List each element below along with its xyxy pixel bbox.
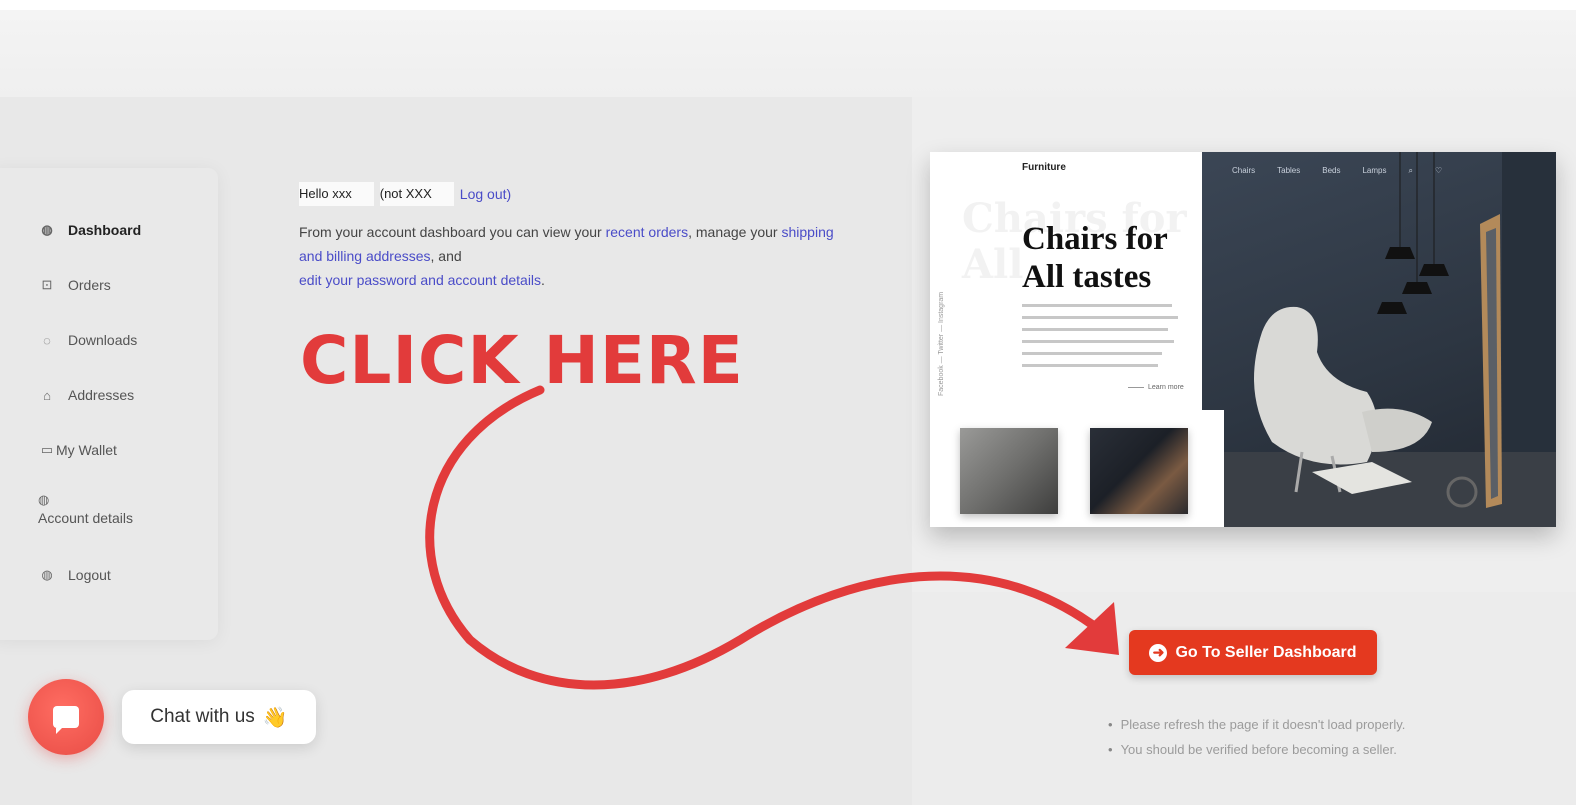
user-icon: ◍ (38, 492, 50, 507)
list-item: You should be verified before becoming a… (1108, 737, 1405, 762)
click-here-callout: CLICK HERE (300, 322, 744, 399)
seller-promo-image: Furniture Chairs for All Chairs for All … (930, 152, 1556, 527)
account-details-link[interactable]: edit your password and account details (299, 272, 541, 288)
sidebar-item-logout[interactable]: ◍ Logout (38, 567, 111, 583)
promo-thumbnail-tray (930, 410, 1224, 527)
intro-text: , manage your (688, 224, 782, 240)
sidebar-item-dashboard[interactable]: ◍ Dashboard (38, 222, 141, 238)
recent-orders-link[interactable]: recent orders (606, 224, 688, 240)
sidebar-item-label: Orders (68, 277, 111, 293)
dashboard-welcome: Hello xxx (not XXX Log out) From your ac… (299, 182, 839, 292)
chat-launcher-button[interactable] (28, 679, 104, 755)
sidebar-item-downloads[interactable]: ◌ Downloads (38, 332, 137, 348)
sidebar-item-label: Dashboard (68, 222, 142, 238)
sidebar-item-label: Downloads (68, 332, 138, 348)
promo-learn-more: Learn more (1128, 384, 1184, 391)
sidebar-item-orders[interactable]: ⊡ Orders (38, 277, 111, 293)
sidebar-item-account-details[interactable]: ◍ Account details (38, 492, 133, 526)
promo-paragraph-lines (1022, 304, 1178, 376)
sidebar-item-addresses[interactable]: ⌂ Addresses (38, 387, 134, 403)
promo-photo-side: Chairs Tables Beds Lamps ⌕ ♡ (1202, 152, 1556, 527)
top-header-band (0, 0, 1576, 97)
promo-thumbnail (960, 428, 1058, 514)
promo-title: Chairs for All tastes (1022, 221, 1168, 295)
seller-notes: Please refresh the page if it doesn't lo… (1108, 712, 1406, 762)
intro-text: . (541, 272, 545, 288)
sidebar-item-label: Account details (38, 510, 133, 526)
hello-text: Hello xxx (299, 182, 374, 206)
go-to-seller-dashboard-button[interactable]: ➜ Go To Seller Dashboard (1129, 630, 1377, 675)
chair-illustration (1202, 152, 1556, 527)
chat-bubble-icon (53, 706, 79, 734)
promo-social-text: Facebook — Twitter — Instagram (938, 291, 945, 396)
sidebar-item-label: Logout (68, 567, 111, 583)
list-item: Please refresh the page if it doesn't lo… (1108, 712, 1406, 737)
sidebar-item-label: My Wallet (56, 442, 117, 458)
orders-icon: ⊡ (41, 277, 53, 292)
logout-icon: ◍ (41, 567, 53, 582)
promo-brand: Furniture (1022, 162, 1066, 173)
sidebar-item-label: Addresses (68, 387, 135, 403)
chat-with-us-label[interactable]: Chat with us 👋 (122, 690, 316, 744)
account-sidebar: ◍ Dashboard ⊡ Orders ◌ Downloads ⌂ Addre… (0, 168, 218, 640)
waving-hand-icon: 👋 (262, 706, 288, 729)
logout-link[interactable]: Log out) (460, 182, 511, 206)
hello-line: Hello xxx (not XXX Log out) (299, 182, 839, 206)
promo-thumbnail (1090, 428, 1188, 514)
intro-text: , and (430, 248, 462, 264)
dashboard-icon: ◍ (41, 222, 53, 237)
wallet-icon: ▭ (40, 442, 54, 457)
dashboard-intro: From your account dashboard you can view… (299, 220, 839, 292)
chat-label-text: Chat with us (150, 706, 255, 727)
sidebar-item-wallet[interactable]: ▭ My Wallet (38, 442, 117, 458)
home-icon: ⌂ (43, 387, 51, 403)
download-icon: ◌ (43, 332, 51, 348)
seller-button-label: Go To Seller Dashboard (1175, 643, 1357, 661)
arrow-circle-icon: ➜ (1149, 643, 1168, 662)
intro-text: From your account dashboard you can view… (299, 224, 606, 240)
not-user-text: (not XXX (379, 182, 454, 206)
